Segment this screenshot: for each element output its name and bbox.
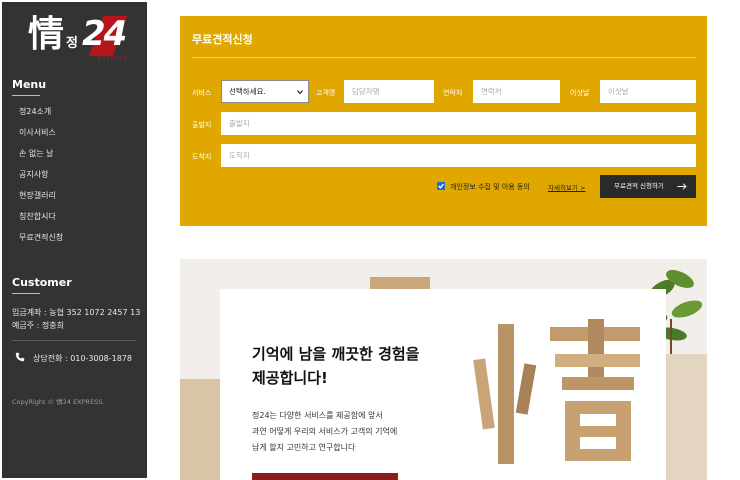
sidebar-item-free-quote[interactable]: 무료견적신청 — [19, 232, 63, 243]
moving-date-input[interactable] — [600, 80, 696, 103]
chevron-down-icon — [297, 90, 303, 95]
arrow-right-icon — [677, 183, 687, 190]
hero-heading-line2: 제공합니다! — [252, 369, 328, 387]
service-select[interactable]: 선택하세요. — [221, 80, 309, 103]
sidebar-item-gallery[interactable]: 현장갤러리 — [19, 190, 56, 201]
customer-name-label: 고객명 — [316, 89, 336, 97]
logo-number: 24 — [82, 14, 127, 54]
origin-label: 출발지 — [192, 121, 212, 129]
submit-quote-label: 무료견적 신청하기 — [614, 182, 664, 190]
hero-cta-bar[interactable] — [252, 473, 398, 480]
hero-bg-box-right — [666, 354, 707, 480]
logo-sub-char: 정 — [66, 36, 78, 51]
bank-account: 입금계좌 : 농협 352 1072 2457 13 — [12, 308, 141, 317]
sidebar-item-praise[interactable]: 칭찬합시다 — [19, 211, 56, 222]
hero-body-line1: 정24는 다양한 서비스를 제공함에 앞서 — [252, 411, 383, 420]
consent-detail-link[interactable]: 자세히보기 > — [548, 182, 585, 192]
customer-name-input[interactable] — [344, 80, 434, 103]
brand-character-graphic — [470, 319, 655, 469]
hero-card: 기억에 남을 깨끗한 경험을 제공합니다! 정24는 다양한 서비스를 제공함에… — [220, 289, 666, 480]
hero-body-line2: 과연 어떻게 우리의 서비스가 고객의 기억에 — [252, 427, 398, 436]
hero-bg-box-left — [180, 379, 220, 480]
menu-heading: Menu — [12, 78, 47, 91]
contact-input[interactable] — [473, 80, 560, 103]
contact-label: 연락처 — [443, 89, 463, 97]
destination-input[interactable] — [221, 144, 696, 167]
copyright: CopyRight © 情24 EXPRESS. — [12, 398, 105, 406]
quote-form-panel: 무료견적신청 서비스 선택하세요. 고객명 연락처 이삿날 출발지 도착지 개인… — [180, 16, 707, 226]
logo-number-text: 24 — [82, 14, 127, 54]
sidebar-item-notice[interactable]: 공지사항 — [19, 169, 48, 180]
form-title: 무료견적신청 — [192, 33, 253, 46]
moving-date-label: 이삿날 — [570, 89, 590, 97]
menu-heading-underline — [12, 95, 40, 96]
hero-banner: 기억에 남을 깨끗한 경험을 제공합니다! 정24는 다양한 서비스를 제공함에… — [180, 259, 707, 480]
hero-bg-box-top — [370, 277, 430, 289]
phone-icon — [15, 352, 25, 362]
logo-tagline: EXPRESS — [98, 56, 128, 62]
form-title-divider — [192, 57, 696, 58]
submit-quote-button[interactable]: 무료견적 신청하기 — [600, 175, 696, 198]
customer-heading-underline — [12, 293, 40, 294]
sidebar-divider — [12, 340, 136, 341]
customer-heading: Customer — [12, 276, 72, 289]
sidebar: 情 정 24 EXPRESS Menu 정24소개 이사서비스 손 없는 날 공… — [2, 2, 147, 478]
service-label: 서비스 — [192, 89, 212, 97]
check-icon — [438, 183, 444, 189]
hero-heading-line1: 기억에 남을 깨끗한 경험을 — [252, 345, 420, 363]
phone-number[interactable]: 상담전화 : 010-3008-1878 — [33, 353, 132, 364]
sidebar-item-about[interactable]: 정24소개 — [19, 106, 51, 117]
hero-body-line3: 남게 할지 고민하고 연구합니다 — [252, 443, 356, 452]
brand-logo[interactable]: 情 정 24 EXPRESS — [28, 12, 128, 62]
service-select-value: 선택하세요. — [229, 87, 266, 96]
consent-text: 개인정보 수집 및 이용 동의 — [450, 183, 530, 191]
origin-input[interactable] — [221, 112, 696, 135]
logo-main-char: 情 — [28, 13, 65, 55]
destination-label: 도착지 — [192, 153, 212, 161]
sidebar-item-lucky-day[interactable]: 손 없는 날 — [19, 148, 54, 159]
sidebar-item-moving-service[interactable]: 이사서비스 — [19, 127, 56, 138]
account-holder: 예금주 : 정충희 — [12, 321, 64, 330]
consent-checkbox[interactable] — [437, 182, 445, 190]
